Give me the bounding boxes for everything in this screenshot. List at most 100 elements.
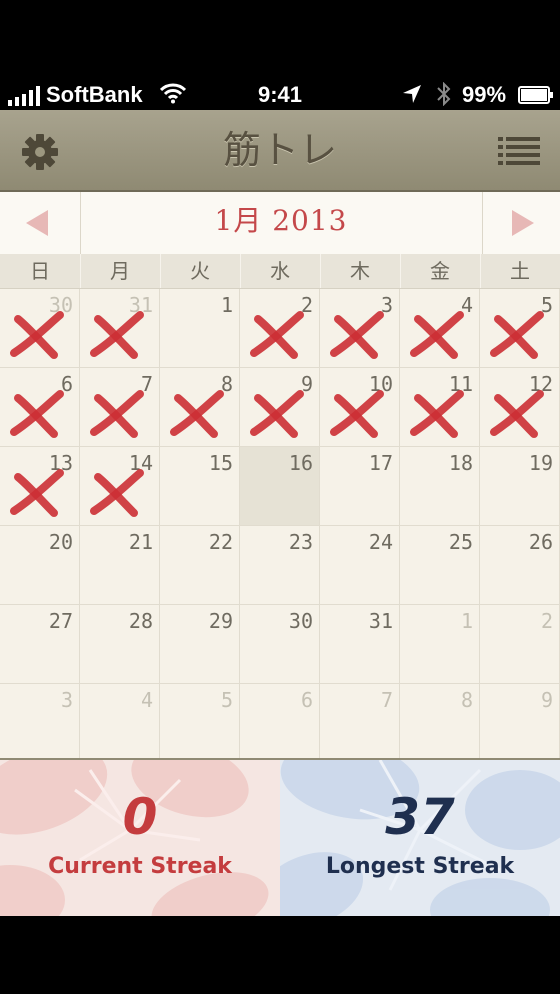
list-icon[interactable] [498,134,540,166]
weekday-label: 日 [30,259,50,283]
day-number: 28 [128,609,153,633]
calendar-day-cell[interactable]: 28 [80,605,160,684]
calendar-day-cell[interactable]: 8 [400,684,480,763]
calendar-day-cell[interactable]: 2 [240,289,320,368]
current-streak-value: 0 [122,788,158,846]
calendar-day-cell[interactable]: 14 [80,447,160,526]
month-label: 1月 2013 [214,204,348,237]
triangle-left-icon[interactable] [22,208,52,238]
calendar-day-cell[interactable]: 9 [480,684,560,763]
calendar-day-cell[interactable]: 29 [160,605,240,684]
calendar-day-cell[interactable]: 22 [160,526,240,605]
calendar-day-cell[interactable]: 4 [400,289,480,368]
cross-mark-icon [410,390,464,438]
calendar-day-cell[interactable]: 24 [320,526,400,605]
day-number: 31 [368,609,393,633]
cross-mark-icon [10,311,64,359]
calendar-day-cell[interactable]: 31 [80,289,160,368]
day-number: 22 [208,530,233,554]
calendar-day-cell[interactable]: 30 [0,289,80,368]
calendar-day-cell[interactable]: 26 [480,526,560,605]
longest-streak-label: Longest Streak [325,854,515,879]
calendar-day-cell[interactable]: 13 [0,447,80,526]
calendar-day-cell[interactable]: 2 [480,605,560,684]
calendar-day-cell[interactable]: 16 [240,447,320,526]
day-number: 3 [60,688,73,712]
calendar-day-cell[interactable]: 15 [160,447,240,526]
calendar-day-cell[interactable]: 3 [0,684,80,763]
calendar-day-cell[interactable]: 19 [480,447,560,526]
triangle-right-icon[interactable] [508,208,538,238]
calendar-day-cell[interactable]: 23 [240,526,320,605]
battery-percentage: 99% [462,82,507,107]
divider [480,254,481,288]
calendar-day-cell[interactable]: 18 [400,447,480,526]
longest-streak-panel: 37 Longest Streak [280,760,560,916]
calendar-day-cell[interactable]: 9 [240,368,320,447]
divider [482,192,483,254]
day-number: 9 [540,688,553,712]
bluetooth-icon [437,82,451,106]
day-number: 24 [368,530,393,554]
day-number: 30 [288,609,313,633]
current-streak-panel: 0 Current Streak [0,760,280,916]
divider [320,254,321,288]
calendar-day-cell[interactable]: 7 [80,368,160,447]
calendar-day-cell[interactable]: 6 [0,368,80,447]
day-number: 21 [128,530,153,554]
day-number: 7 [380,688,393,712]
divider [240,254,241,288]
cross-mark-icon [170,390,224,438]
calendar-day-cell[interactable]: 6 [240,684,320,763]
cross-mark-icon [330,311,384,359]
day-number: 16 [288,451,313,475]
calendar-day-cell[interactable]: 30 [240,605,320,684]
calendar-day-cell[interactable]: 12 [480,368,560,447]
divider [80,254,81,288]
weekday-label: 土 [510,259,530,283]
calendar-day-cell[interactable]: 17 [320,447,400,526]
cross-mark-icon [90,390,144,438]
calendar-day-cell[interactable]: 31 [320,605,400,684]
cross-mark-icon [330,390,384,438]
battery-icon [518,86,553,104]
cross-mark-icon [250,311,304,359]
longest-streak-value: 37 [385,788,455,846]
calendar-day-cell[interactable]: 11 [400,368,480,447]
calendar-day-cell[interactable]: 20 [0,526,80,605]
divider [400,254,401,288]
day-number: 23 [288,530,313,554]
calendar-day-cell[interactable]: 27 [0,605,80,684]
calendar-day-cell[interactable]: 10 [320,368,400,447]
day-number: 1 [460,609,473,633]
day-number: 19 [528,451,553,475]
day-number: 5 [220,688,233,712]
current-streak-label: Current Streak [48,854,232,879]
day-number: 6 [300,688,313,712]
day-number: 17 [368,451,393,475]
day-number: 1 [220,293,233,317]
cross-mark-icon [490,311,544,359]
weekday-label: 金 [430,259,450,283]
weekday-label: 月 [110,259,130,283]
day-number: 18 [448,451,473,475]
calendar-day-cell[interactable]: 25 [400,526,480,605]
weekday-label: 火 [190,259,210,283]
calendar-day-cell[interactable]: 7 [320,684,400,763]
calendar-day-cell[interactable]: 5 [160,684,240,763]
calendar-day-cell[interactable]: 21 [80,526,160,605]
day-number: 15 [208,451,233,475]
calendar-day-cell[interactable]: 5 [480,289,560,368]
calendar-day-cell[interactable]: 3 [320,289,400,368]
weekday-label: 水 [270,259,290,283]
day-number: 26 [528,530,553,554]
day-number: 27 [48,609,73,633]
calendar-day-cell[interactable]: 8 [160,368,240,447]
day-number: 25 [448,530,473,554]
calendar-day-cell[interactable]: 1 [160,289,240,368]
day-number: 2 [540,609,553,633]
weekday-label: 木 [350,259,370,283]
calendar-day-cell[interactable]: 1 [400,605,480,684]
calendar-day-cell[interactable]: 4 [80,684,160,763]
page-title: 筋トレ [222,128,337,172]
